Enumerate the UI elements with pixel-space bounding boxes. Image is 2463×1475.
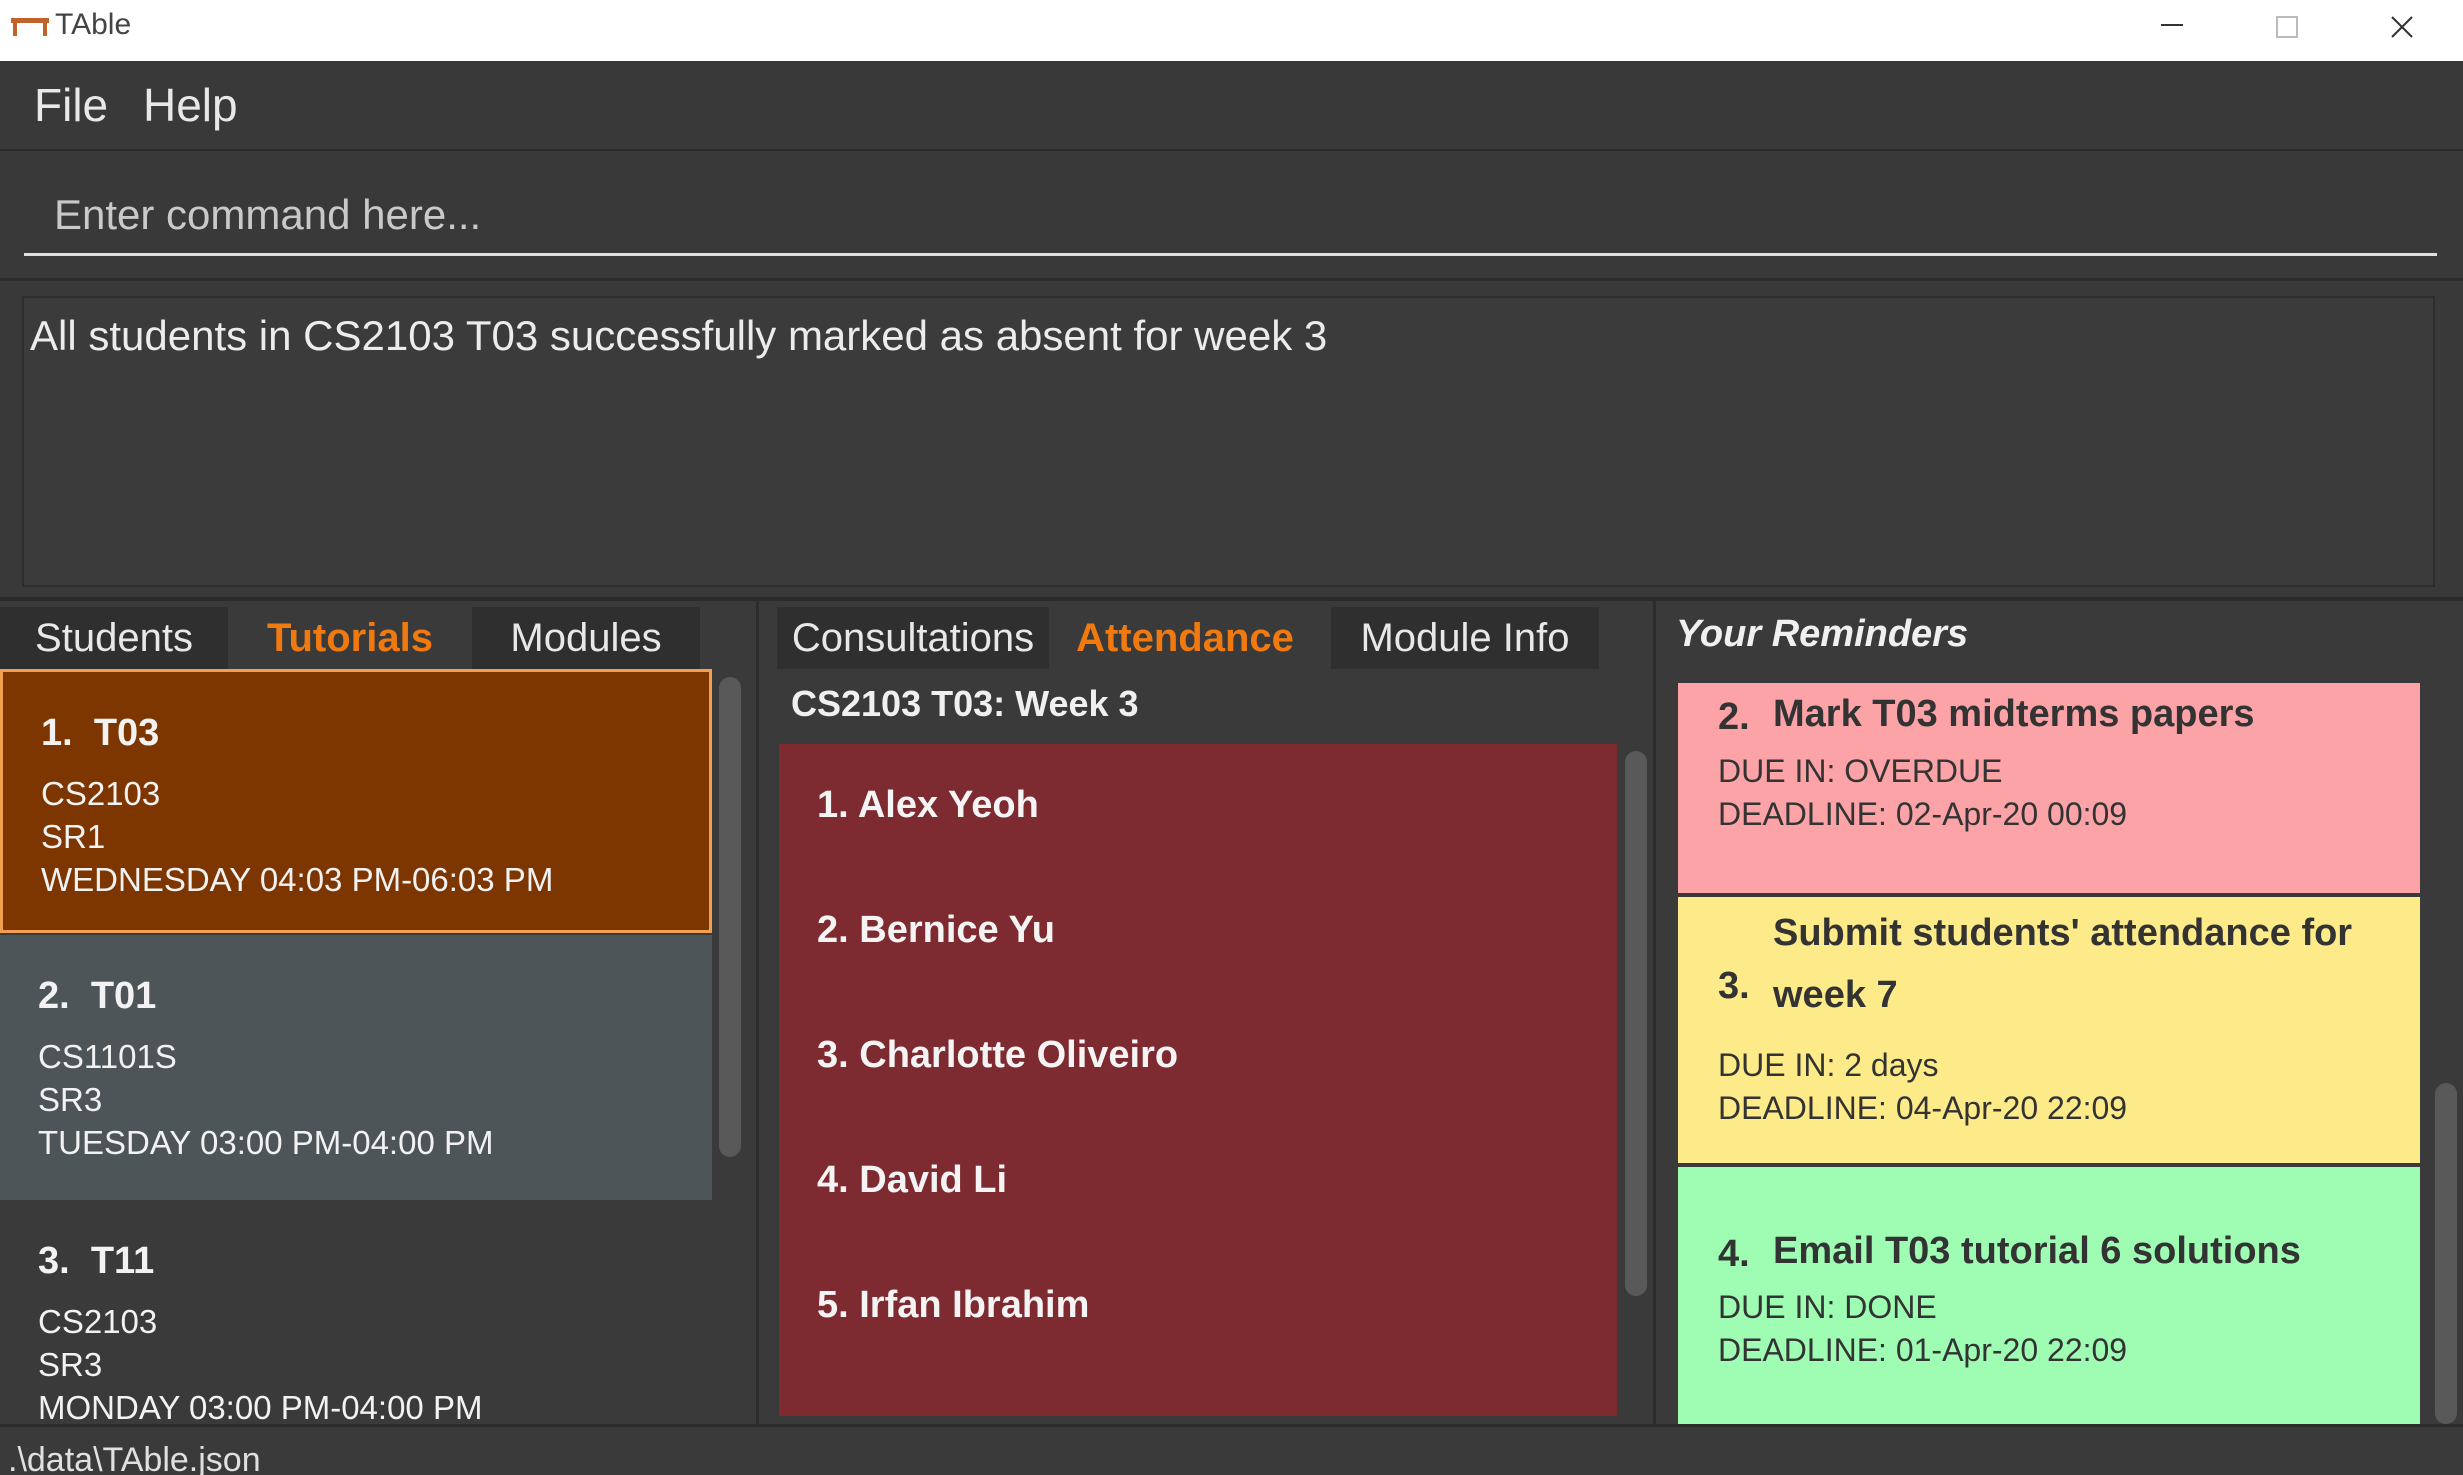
reminder-title: Mark T03 midterms papers: [1773, 693, 2255, 735]
tutorial-title: 2. T01: [38, 975, 157, 1017]
reminder-card[interactable]: 3. Submit students' attendance for week …: [1678, 897, 2420, 1163]
attendance-scrollbar[interactable]: [1621, 751, 1647, 1416]
attendance-student[interactable]: 1. Alex Yeoh: [817, 784, 1039, 827]
reminder-index: 3.: [1718, 965, 1750, 1007]
tutorial-title: 3. T11: [38, 1240, 155, 1282]
scrollbar-thumb[interactable]: [2435, 1083, 2457, 1424]
save-location: .\data\TAble.json: [8, 1441, 261, 1475]
attendance-list[interactable]: 1. Alex Yeoh 2. Bernice Yu 3. Charlotte …: [779, 744, 1617, 1416]
reminder-deadline: DEADLINE: 04-Apr-20 22:09: [1718, 1090, 2128, 1126]
result-display: All students in CS2103 T03 successfully …: [0, 284, 2463, 601]
reminder-deadline: DEADLINE: 02-Apr-20 00:09: [1718, 796, 2128, 832]
attendance-student[interactable]: 2. Bernice Yu: [817, 909, 1055, 952]
reminder-due: DUE IN: OVERDUE: [1718, 753, 2003, 789]
tutorial-venue: SR3: [38, 1081, 103, 1118]
tab-modules[interactable]: Modules: [472, 607, 700, 669]
menu-bar: File Help: [0, 61, 2463, 151]
command-input[interactable]: [24, 176, 2437, 256]
reminders-title: Your Reminders: [1676, 613, 1969, 655]
tutorial-module: CS1101S: [38, 1038, 177, 1075]
tab-module-info[interactable]: Module Info: [1331, 607, 1599, 669]
reminder-due: DUE IN: DONE: [1718, 1289, 1937, 1325]
result-box[interactable]: All students in CS2103 T03 successfully …: [22, 296, 2435, 587]
tutorial-card-t03[interactable]: 1. T03 CS2103 SR1 WEDNESDAY 04:03 PM-06:…: [0, 669, 712, 933]
minimize-button[interactable]: [2117, 0, 2227, 61]
reminder-title: Email T03 tutorial 6 solutions: [1773, 1230, 2301, 1272]
tutorials-panel: Students Tutorials Modules 1. T03 CS2103…: [0, 601, 753, 1424]
tab-consultations[interactable]: Consultations: [777, 607, 1049, 669]
window-title: TAble: [55, 8, 132, 41]
reminder-card[interactable]: 2. Mark T03 midterms papers DUE IN: OVER…: [1678, 683, 2420, 893]
close-icon: [2391, 16, 2413, 38]
menu-help[interactable]: Help: [143, 78, 238, 132]
scrollbar-thumb[interactable]: [1625, 751, 1647, 1296]
reminders-scrollbar[interactable]: [2431, 683, 2457, 1424]
reminders-panel: Your Reminders 2. Mark T03 midterms pape…: [1653, 601, 2463, 1424]
reminder-index: 2.: [1718, 696, 1750, 738]
tutorial-module: CS2103: [38, 1303, 158, 1340]
tutorial-time: WEDNESDAY 04:03 PM-06:03 PM: [41, 861, 554, 898]
reminder-index: 4.: [1718, 1233, 1750, 1275]
reminder-title: week 7: [1773, 974, 1898, 1016]
title-bar: TAble: [0, 0, 2463, 61]
tutorial-time: MONDAY 03:00 PM-04:00 PM: [38, 1389, 483, 1424]
attendance-student[interactable]: 5. Irfan Ibrahim: [817, 1284, 1089, 1327]
maximize-button[interactable]: [2232, 0, 2342, 61]
tab-students[interactable]: Students: [0, 607, 228, 669]
attendance-header: CS2103 T03: Week 3: [791, 683, 1139, 724]
tutorial-card-t11[interactable]: 3. T11 CS2103 SR3 MONDAY 03:00 PM-04:00 …: [0, 1200, 712, 1424]
tutorial-card-t01[interactable]: 2. T01 CS1101S SR3 TUESDAY 03:00 PM-04:0…: [0, 935, 712, 1200]
command-box: [0, 151, 2463, 281]
tutorial-venue: SR3: [38, 1346, 103, 1383]
minimize-icon: [2161, 24, 2183, 26]
tab-attendance[interactable]: Attendance: [1054, 607, 1316, 669]
attendance-student[interactable]: 4. David Li: [817, 1159, 1007, 1202]
scrollbar-thumb[interactable]: [719, 677, 741, 1157]
tutorial-module: CS2103: [41, 775, 161, 812]
tutorials-scrollbar[interactable]: [715, 669, 741, 1424]
tutorial-title: 1. T03: [41, 712, 160, 754]
close-button[interactable]: [2348, 0, 2458, 61]
attendance-panel: Consultations Attendance Module Info CS2…: [756, 601, 1653, 1424]
attendance-student[interactable]: 3. Charlotte Oliveiro: [817, 1034, 1178, 1077]
reminder-due: DUE IN: 2 days: [1718, 1047, 1939, 1083]
reminder-title: Submit students' attendance for: [1773, 912, 2353, 954]
result-message: All students in CS2103 T03 successfully …: [30, 312, 1328, 359]
tab-tutorials[interactable]: Tutorials: [233, 607, 467, 669]
tutorial-time: TUESDAY 03:00 PM-04:00 PM: [38, 1124, 494, 1161]
app-icon: [10, 16, 50, 38]
reminder-deadline: DEADLINE: 01-Apr-20 22:09: [1718, 1332, 2128, 1368]
maximize-icon: [2276, 16, 2298, 38]
reminder-card[interactable]: 4. Email T03 tutorial 6 solutions DUE IN…: [1678, 1167, 2420, 1424]
status-bar: .\data\TAble.json: [0, 1424, 2463, 1475]
menu-file[interactable]: File: [34, 78, 108, 132]
tutorial-venue: SR1: [41, 818, 106, 855]
